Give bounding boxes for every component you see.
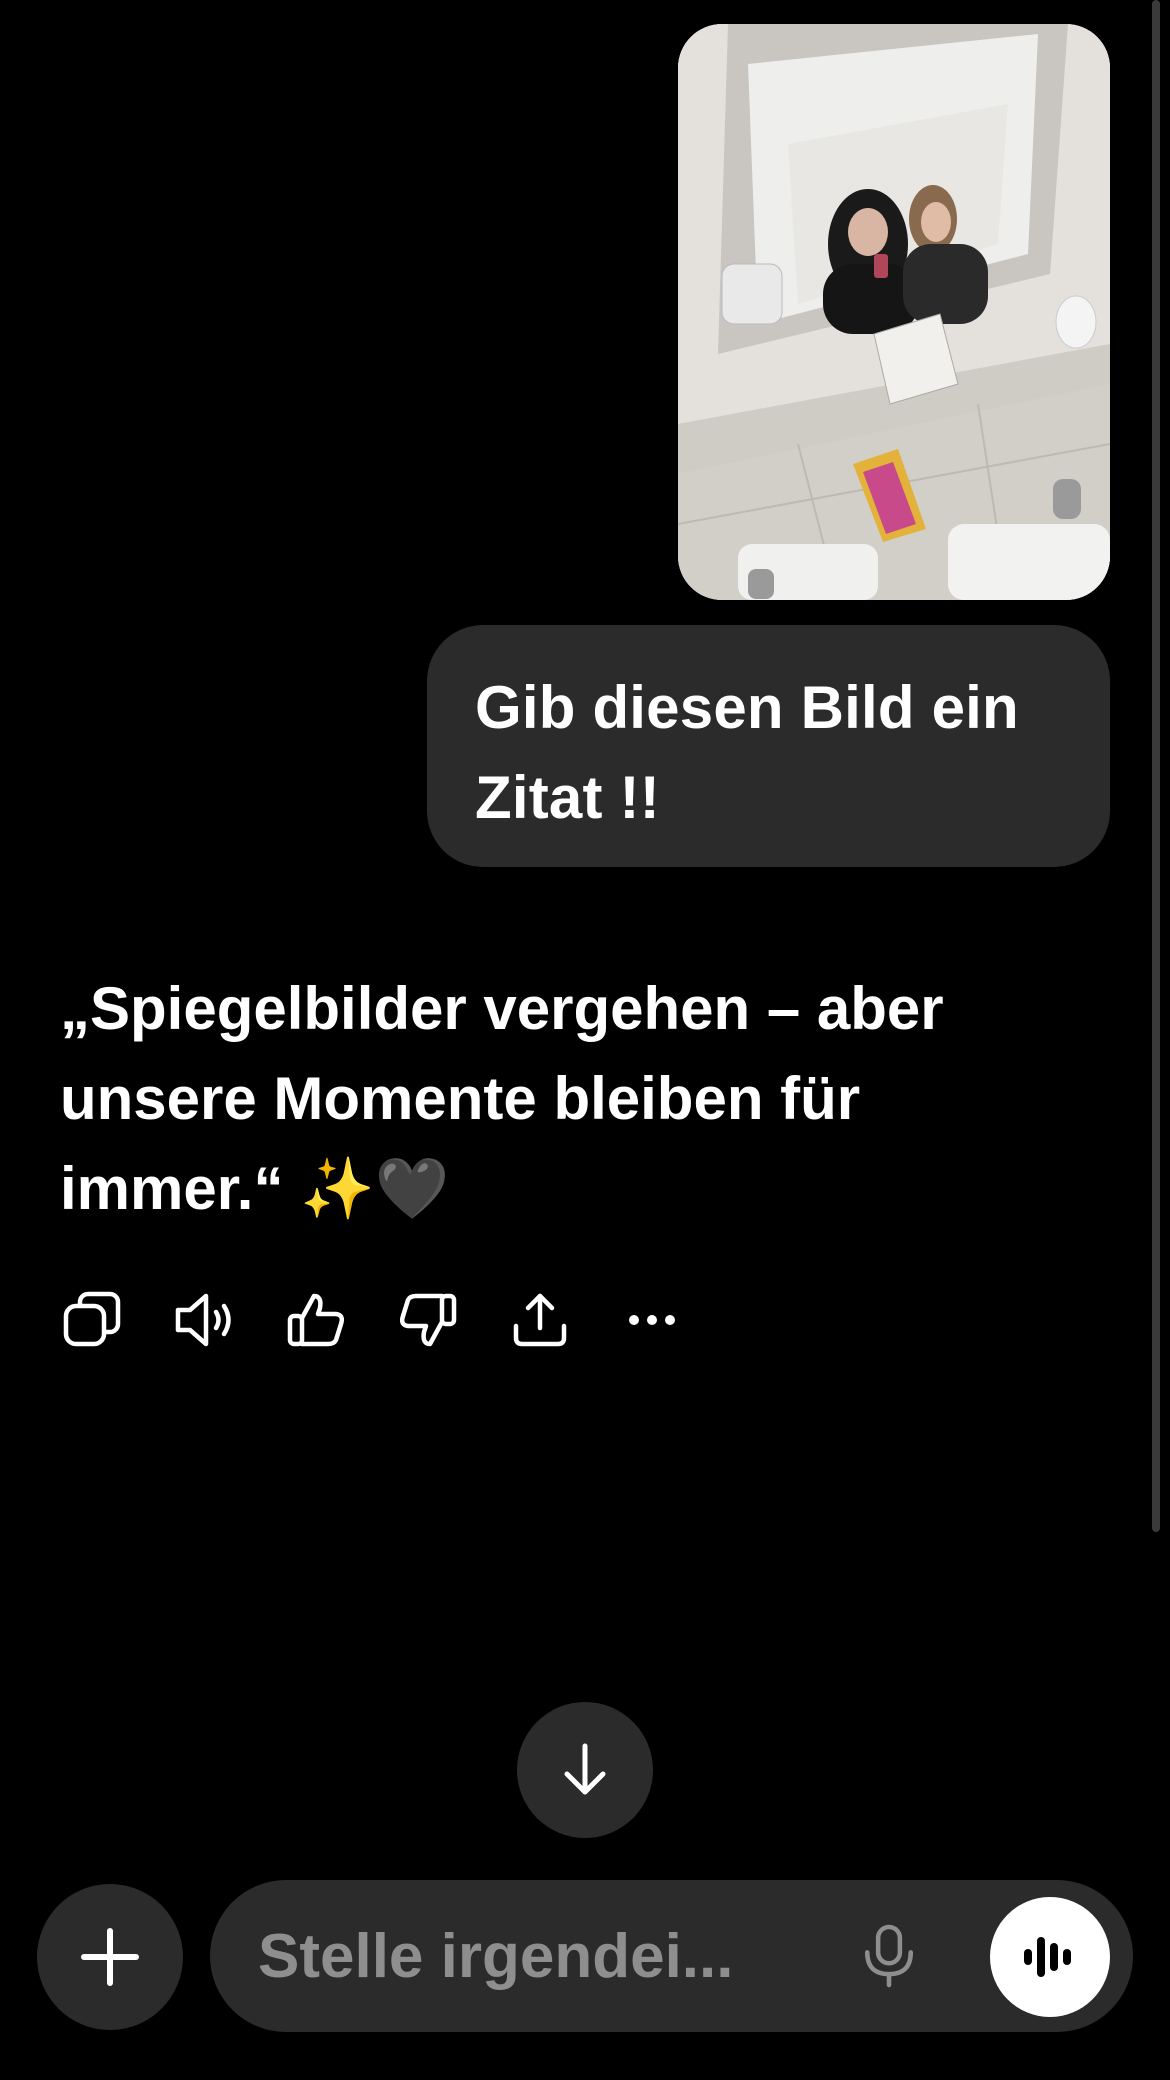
mirror-selfie-image xyxy=(678,24,1110,600)
copy-icon xyxy=(63,1291,121,1347)
thumbs-up-icon xyxy=(287,1293,345,1347)
more-button[interactable] xyxy=(620,1288,684,1352)
more-icon xyxy=(629,1315,675,1325)
microphone-icon xyxy=(864,1924,914,1988)
assistant-message: „Spiegelbilder vergehen – aber unsere Mo… xyxy=(60,975,944,1222)
like-button[interactable] xyxy=(284,1288,348,1352)
voice-mode-icon xyxy=(1024,1937,1071,1977)
add-attachment-button[interactable] xyxy=(37,1884,183,2030)
user-message-text: Gib diesen Bild ein Zitat !! xyxy=(475,674,1019,831)
scroll-to-bottom-button[interactable] xyxy=(517,1702,653,1838)
user-message-bubble: Gib diesen Bild ein Zitat !! xyxy=(427,625,1110,867)
attached-photo[interactable] xyxy=(678,24,1110,600)
copy-button[interactable] xyxy=(60,1288,124,1352)
dislike-button[interactable] xyxy=(396,1288,460,1352)
dictate-button[interactable] xyxy=(853,1920,925,1992)
arrow-down-icon xyxy=(564,1743,606,1795)
message-input[interactable]: Stelle irgendei... xyxy=(258,1922,733,1992)
read-aloud-button[interactable] xyxy=(172,1288,236,1352)
share-button[interactable] xyxy=(508,1288,572,1352)
share-icon xyxy=(513,1293,567,1347)
plus-icon xyxy=(81,1928,139,1986)
message-actions xyxy=(60,1288,732,1352)
speaker-icon xyxy=(175,1293,231,1347)
message-composer[interactable]: Stelle irgendei... xyxy=(210,1880,1133,2032)
voice-mode-button[interactable] xyxy=(990,1897,1110,2017)
scrollbar[interactable] xyxy=(1152,0,1160,1532)
thumbs-down-icon xyxy=(399,1293,457,1347)
